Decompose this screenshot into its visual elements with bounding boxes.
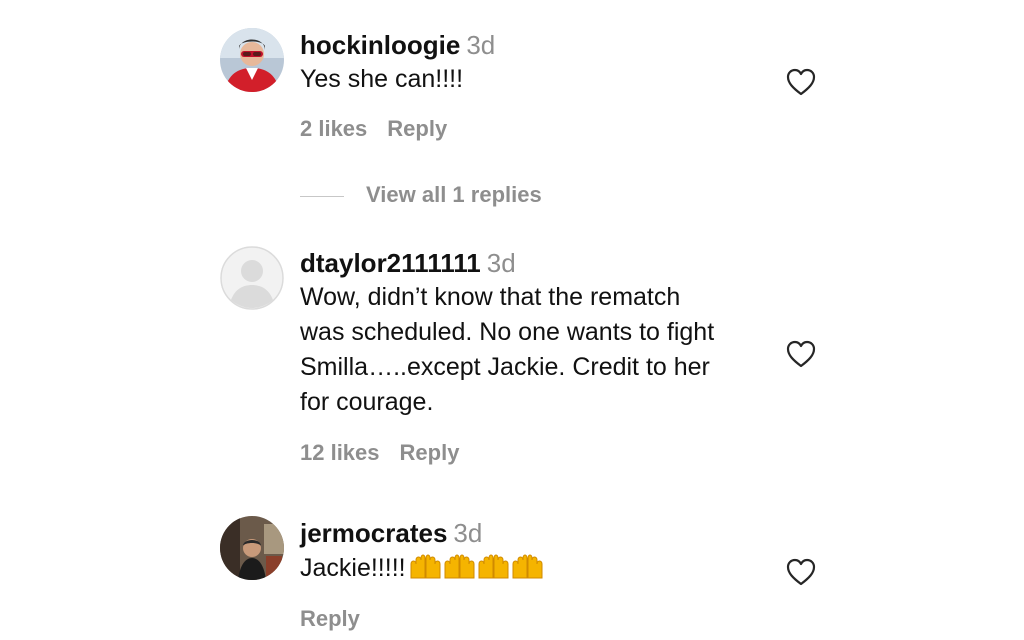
likes-count[interactable]: 12 likes [300,440,380,465]
like-heart-icon[interactable] [786,558,816,586]
timestamp[interactable]: 3d [466,30,495,60]
avatar[interactable] [220,516,284,580]
comment-text-line: Smilla…..except Jackie. Credit to her [300,353,710,381]
likes-count[interactable]: 2 likes [300,116,367,141]
reply-button[interactable]: Reply [387,116,447,141]
comment-header: jermocrates 3d [300,516,760,550]
reply-button[interactable]: Reply [300,606,360,631]
comment-text: Wow, didn’t know that the rematch was sc… [300,280,760,420]
comment-text-line: was scheduled. No one wants to fight [300,318,715,346]
default-avatar-icon[interactable] [220,246,284,310]
comment-actions: 12 likes Reply [300,440,459,466]
comment-text-content: Jackie!!!!! [300,554,406,582]
username[interactable]: hockinloogie [300,30,460,60]
comment-actions: Reply [300,606,360,632]
comments-list: hockinloogie 3d Yes she can!!!! 2 likes Re… [0,0,1024,640]
comment-actions: 2 likes Reply [300,116,447,142]
comment-header: hockinloogie 3d [300,28,760,62]
comment-text-line: for courage. [300,388,434,416]
avatar[interactable] [220,28,284,92]
comment-body: hockinloogie 3d Yes she can!!!! [300,28,760,97]
comment-text-line: Wow, didn’t know that the rematch [300,283,681,311]
like-heart-icon[interactable] [786,68,816,96]
view-replies-label: View all 1 replies [366,182,542,207]
divider-line [300,195,344,197]
timestamp[interactable]: 3d [487,248,516,278]
comment-text: Jackie!!!!! [300,550,760,590]
username[interactable]: dtaylor2111111 [300,248,481,278]
comment-header: dtaylor2111111 3d [300,246,760,280]
comment-text: Yes she can!!!! [300,65,464,93]
username[interactable]: jermocrates [300,518,447,548]
like-heart-icon[interactable] [786,340,816,368]
timestamp[interactable]: 3d [453,518,482,548]
raising-hands-emoji-icon [408,550,546,590]
comment-body: jermocrates 3d Jackie!!!!! [300,516,760,590]
reply-button[interactable]: Reply [400,440,460,465]
view-replies-button[interactable]: View all 1 replies [300,182,542,208]
comment-body: dtaylor2111111 3d Wow, didn’t know that t… [300,246,760,420]
